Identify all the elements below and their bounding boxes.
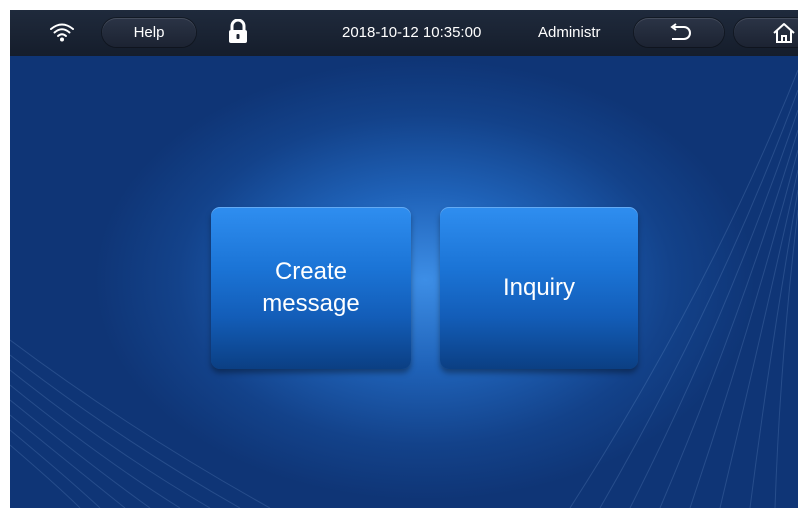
help-button[interactable]: Help xyxy=(102,18,196,47)
back-button[interactable] xyxy=(634,18,724,47)
create-message-line1: Create xyxy=(274,258,348,285)
help-label: Help xyxy=(133,24,165,41)
home-icon xyxy=(773,22,795,43)
inquiry-label: Inquiry xyxy=(502,274,576,301)
wifi-icon[interactable] xyxy=(49,21,75,43)
back-arrow-icon xyxy=(670,22,691,40)
screen: Help 2018-10-12 10:35:00 Administr Creat… xyxy=(10,10,798,508)
datetime-display: 2018-10-12 10:35:00 xyxy=(342,24,482,41)
home-button[interactable] xyxy=(734,18,798,47)
create-message-line2: message xyxy=(262,290,360,317)
inquiry-button[interactable]: Inquiry xyxy=(440,207,638,369)
status-bar: Help 2018-10-12 10:35:00 Administr xyxy=(10,10,798,56)
lock-icon[interactable] xyxy=(227,19,249,45)
create-message-button[interactable]: Create message xyxy=(211,207,411,369)
create-message-label: Create message xyxy=(262,256,359,320)
current-user: Administr xyxy=(538,24,601,41)
